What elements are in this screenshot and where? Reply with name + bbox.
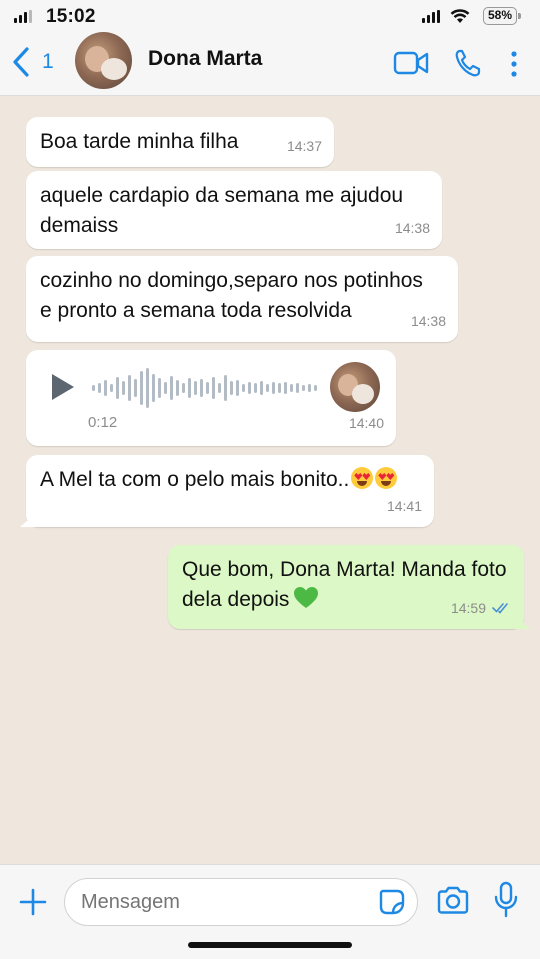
more-icon[interactable]	[509, 50, 519, 78]
chat-area[interactable]: Boa tarde minha filha 14:37 aquele carda…	[0, 97, 540, 864]
contact-avatar[interactable]	[75, 32, 132, 89]
message-time: 14:41	[386, 498, 422, 514]
message-time: 14:38	[394, 220, 430, 236]
message-text-line: aquele cardapio da semana me ajudou	[40, 184, 404, 207]
voice-waveform[interactable]	[92, 368, 317, 408]
message-text-line: e pronto a semana toda resolvida	[40, 299, 352, 322]
message-time: 14:40	[348, 415, 384, 431]
message-time: 14:37	[286, 138, 322, 154]
message-text-line: Que bom, Dona Marta! Manda foto	[182, 558, 507, 581]
mic-icon[interactable]	[494, 881, 518, 919]
message-time: 14:38	[410, 313, 446, 329]
message-bubble-outgoing[interactable]: Que bom, Dona Marta! Manda foto dela dep…	[168, 545, 524, 629]
plus-icon[interactable]	[18, 887, 48, 917]
message-input[interactable]	[64, 878, 418, 926]
signal-strength-icon	[422, 10, 440, 23]
message-text: Boa tarde minha filha	[40, 130, 239, 153]
message-bubble[interactable]: Boa tarde minha filha 14:37	[26, 117, 334, 167]
video-call-icon[interactable]	[393, 50, 429, 76]
green-heart-emoji	[294, 587, 319, 608]
contact-name[interactable]: Dona Marta	[148, 47, 262, 71]
message-text-line: cozinho no domingo,separo nos potinhos	[40, 269, 423, 292]
sender-avatar	[330, 362, 380, 412]
phone-icon[interactable]	[454, 48, 482, 78]
home-indicator	[188, 942, 352, 948]
message-bubble[interactable]: aquele cardapio da semana me ajudou dema…	[26, 171, 442, 249]
voice-message[interactable]: 0:12 14:40	[26, 350, 396, 446]
heart-eyes-emoji	[375, 467, 398, 489]
unread-count[interactable]: 1	[42, 50, 54, 74]
message-text-line: dela depois	[182, 588, 290, 611]
message-text: A Mel ta com o pelo mais bonito..	[40, 468, 350, 491]
status-bar: 15:02 58%	[0, 0, 540, 34]
status-time: 15:02	[46, 6, 96, 27]
message-text-line: demaiss	[40, 214, 119, 237]
message-bubble[interactable]: cozinho no domingo,separo nos potinhos e…	[26, 256, 458, 342]
sticker-icon[interactable]	[377, 887, 407, 917]
top-bar: 15:02 58% 1 Dona Marta	[0, 0, 540, 96]
read-check-icon	[492, 603, 508, 614]
wifi-icon	[450, 9, 470, 23]
play-icon[interactable]	[52, 374, 74, 400]
heart-eyes-emoji	[351, 467, 374, 489]
message-bubble[interactable]: A Mel ta com o pelo mais bonito.. 14:41	[26, 455, 434, 527]
voice-duration: 0:12	[88, 414, 118, 431]
cellular-signal-icon	[14, 10, 32, 23]
back-chevron-icon[interactable]	[10, 46, 32, 78]
battery-indicator: 58%	[483, 7, 521, 25]
message-time: 14:59	[450, 600, 486, 616]
camera-icon[interactable]	[436, 885, 470, 917]
